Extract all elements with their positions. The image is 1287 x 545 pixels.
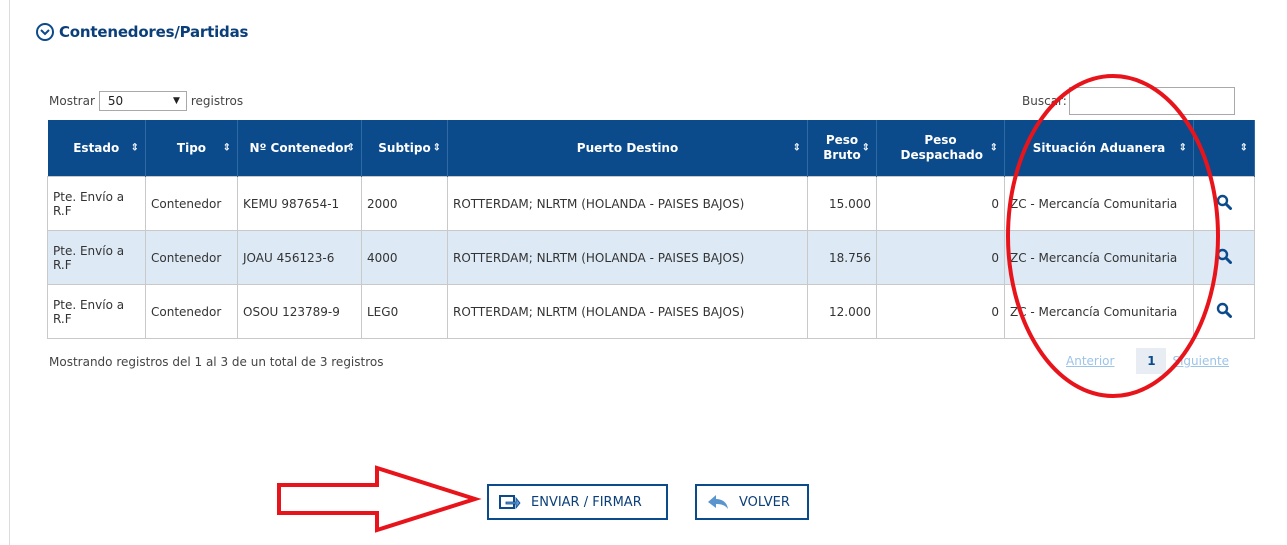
search-icon[interactable] bbox=[1216, 302, 1232, 318]
cell-peso-bruto: 18.756 bbox=[807, 230, 877, 285]
cell-situacion: ZC - Mercancía Comunitaria bbox=[1004, 230, 1194, 285]
sort-icon: ⇕ bbox=[1178, 142, 1187, 154]
dropdown-arrow-icon: ▼ bbox=[172, 96, 180, 106]
cell-contenedor: KEMU 987654-1 bbox=[237, 176, 362, 231]
sort-icon: ⇕ bbox=[432, 142, 441, 154]
pagination: Anterior 1 Siguiente bbox=[1066, 348, 1229, 374]
search-label: Buscar: bbox=[1022, 94, 1067, 108]
column-header-peso-despachado[interactable]: Peso Despachado ⇕ bbox=[876, 120, 1005, 177]
cell-peso-despachado: 0 bbox=[876, 284, 1005, 339]
cell-actions bbox=[1193, 176, 1255, 231]
cell-actions bbox=[1193, 284, 1255, 339]
page-size-select[interactable]: 50 ▼ bbox=[98, 91, 187, 111]
table-info: Mostrando registros del 1 al 3 de un tot… bbox=[49, 355, 384, 369]
page-length-control: Mostrar 50 ▼ registros bbox=[49, 91, 243, 111]
table-header-row: Estado ⇕ Tipo ⇕ Nº Contenedor ⇕ Subtipo ⇕ Pu… bbox=[47, 120, 1255, 177]
table-row[interactable]: Pte. Envío a R.F Contenedor OSOU 123789-… bbox=[47, 284, 1255, 339]
cell-situacion: ZC - Mercancía Comunitaria bbox=[1004, 284, 1194, 339]
cell-tipo: Contenedor bbox=[145, 230, 238, 285]
table-row[interactable]: Pte. Envío a R.F Contenedor JOAU 456123-… bbox=[47, 230, 1255, 285]
show-label: Mostrar bbox=[49, 94, 95, 108]
column-header-situacion[interactable]: Situación Aduanera ⇕ bbox=[1004, 120, 1194, 177]
sort-icon: ⇕ bbox=[130, 142, 139, 154]
cell-tipo: Contenedor bbox=[145, 176, 238, 231]
back-button[interactable]: VOLVER bbox=[695, 484, 809, 520]
section-header[interactable]: Contenedores/Partidas bbox=[36, 23, 248, 41]
send-icon bbox=[499, 493, 521, 511]
cell-subtipo: LEG0 bbox=[361, 284, 448, 339]
cell-peso-bruto: 12.000 bbox=[807, 284, 877, 339]
containers-table: Estado ⇕ Tipo ⇕ Nº Contenedor ⇕ Subtipo ⇕ Pu… bbox=[47, 120, 1255, 339]
column-header-puerto[interactable]: Puerto Destino ⇕ bbox=[447, 120, 808, 177]
column-header-estado[interactable]: Estado ⇕ bbox=[47, 120, 146, 177]
cell-actions bbox=[1193, 230, 1255, 285]
cell-situacion: ZC - Mercancía Comunitaria bbox=[1004, 176, 1194, 231]
sort-icon: ⇕ bbox=[861, 142, 870, 154]
column-header-contenedor[interactable]: Nº Contenedor ⇕ bbox=[237, 120, 362, 177]
back-label: VOLVER bbox=[739, 494, 790, 510]
cell-contenedor: OSOU 123789-9 bbox=[237, 284, 362, 339]
records-label: registros bbox=[190, 94, 244, 108]
send-sign-button[interactable]: ENVIAR / FIRMAR bbox=[487, 484, 668, 520]
chevron-circle-down-icon[interactable] bbox=[36, 23, 54, 41]
search-icon[interactable] bbox=[1216, 194, 1232, 210]
cell-peso-bruto: 15.000 bbox=[807, 176, 877, 231]
cell-peso-despachado: 0 bbox=[876, 230, 1005, 285]
cell-puerto: ROTTERDAM; NLRTM (HOLANDA - PAISES BAJOS… bbox=[447, 176, 808, 231]
search-control: Buscar: bbox=[1022, 87, 1235, 115]
table-row[interactable]: Pte. Envío a R.F Contenedor KEMU 987654-… bbox=[47, 176, 1255, 231]
column-header-subtipo[interactable]: Subtipo ⇕ bbox=[361, 120, 448, 177]
pagination-next[interactable]: Siguiente bbox=[1172, 354, 1229, 368]
red-annotation-arrow bbox=[277, 465, 482, 533]
sort-icon: ⇕ bbox=[222, 142, 231, 154]
pagination-current-page[interactable]: 1 bbox=[1136, 348, 1167, 374]
sort-icon: ⇕ bbox=[792, 142, 801, 154]
search-icon[interactable] bbox=[1216, 248, 1232, 264]
cell-puerto: ROTTERDAM; NLRTM (HOLANDA - PAISES BAJOS… bbox=[447, 230, 808, 285]
cell-subtipo: 4000 bbox=[361, 230, 448, 285]
cell-estado: Pte. Envío a R.F bbox=[47, 176, 146, 231]
column-header-tipo[interactable]: Tipo ⇕ bbox=[145, 120, 238, 177]
search-input[interactable] bbox=[1068, 87, 1235, 115]
sort-icon: ⇕ bbox=[346, 142, 355, 154]
section-title: Contenedores/Partidas bbox=[59, 23, 249, 41]
page-size-value: 50 bbox=[107, 94, 124, 108]
page-left-border bbox=[9, 0, 10, 545]
reply-arrow-icon bbox=[707, 494, 729, 510]
cell-tipo: Contenedor bbox=[145, 284, 238, 339]
pagination-previous[interactable]: Anterior bbox=[1066, 354, 1114, 368]
cell-contenedor: JOAU 456123-6 bbox=[237, 230, 362, 285]
cell-estado: Pte. Envío a R.F bbox=[47, 230, 146, 285]
cell-peso-despachado: 0 bbox=[876, 176, 1005, 231]
column-header-actions[interactable]: ⇕ bbox=[1193, 120, 1255, 177]
column-header-peso-bruto[interactable]: Peso Bruto ⇕ bbox=[807, 120, 877, 177]
send-sign-label: ENVIAR / FIRMAR bbox=[531, 494, 642, 510]
sort-icon: ⇕ bbox=[1239, 142, 1248, 154]
cell-estado: Pte. Envío a R.F bbox=[47, 284, 146, 339]
cell-subtipo: 2000 bbox=[361, 176, 448, 231]
cell-puerto: ROTTERDAM; NLRTM (HOLANDA - PAISES BAJOS… bbox=[447, 284, 808, 339]
sort-icon: ⇕ bbox=[989, 142, 998, 154]
